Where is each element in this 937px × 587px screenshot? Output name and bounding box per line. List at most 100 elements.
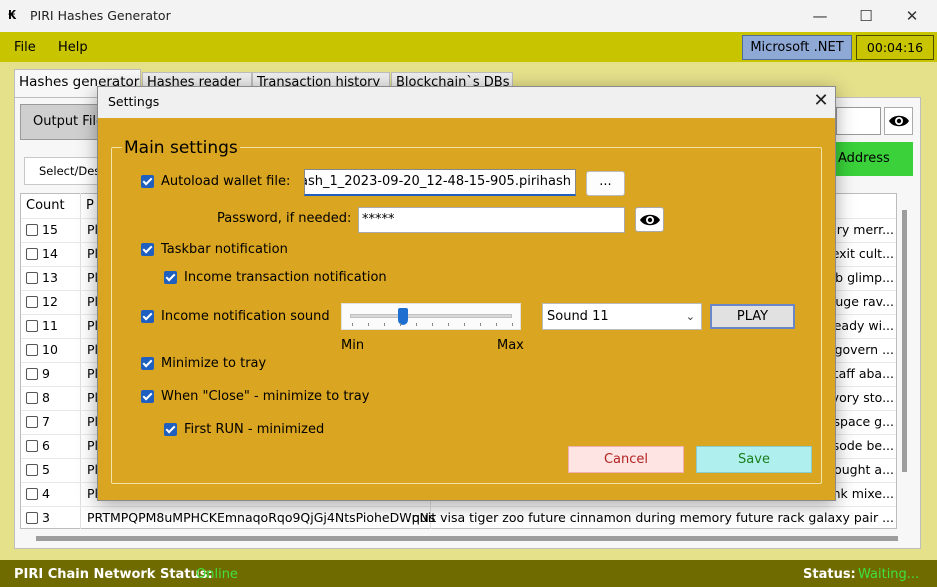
row-seed-words: nk mixe... xyxy=(832,486,894,501)
slider-tick xyxy=(480,323,481,326)
row-private-key: PRTMPQPM8uMPHCKEmnaqoRqo9QjGj4NtsPioheDW… xyxy=(87,510,436,525)
slider-tick xyxy=(352,323,353,326)
row-checkbox[interactable] xyxy=(26,320,38,332)
row-count: 11 xyxy=(42,318,58,333)
first-run-minimized-label: First RUN - minimized xyxy=(184,422,325,437)
row-count: 5 xyxy=(42,462,50,477)
row-checkbox[interactable] xyxy=(26,392,38,404)
row-checkbox[interactable] xyxy=(26,416,38,428)
row-checkbox[interactable] xyxy=(26,296,38,308)
address-input[interactable] xyxy=(836,107,881,135)
cancel-button[interactable]: Cancel xyxy=(568,446,684,473)
row-seed-words: vory sto... xyxy=(831,390,894,405)
menu-file[interactable]: File xyxy=(14,40,36,55)
taskbar-notification-checkbox[interactable] xyxy=(141,243,154,256)
status-bar: PIRI Chain Network Status: Online Status… xyxy=(0,560,937,587)
row-checkbox[interactable] xyxy=(26,224,38,236)
slider-tick xyxy=(512,323,513,326)
row-seed-words: ary merr... xyxy=(829,222,894,237)
show-password-button[interactable] xyxy=(635,207,664,232)
dialog-title: Settings xyxy=(108,94,160,109)
income-transaction-checkbox[interactable] xyxy=(164,271,177,284)
table-row[interactable]: 3 PRTMPQPM8uMPHCKEmnaqoRqo9QjGj4NtsPioheD… xyxy=(21,506,896,530)
column-header-count[interactable]: Count xyxy=(26,198,65,213)
taskbar-notification-label: Taskbar notification xyxy=(161,242,288,257)
autoload-checkbox[interactable] xyxy=(141,175,154,188)
row-seed-words: hought a... xyxy=(826,462,894,477)
row-checkbox[interactable] xyxy=(26,248,38,260)
slider-max-label: Max xyxy=(497,338,524,353)
close-minimize-label: When "Close" - minimize to tray xyxy=(161,389,370,404)
slider-tick xyxy=(368,323,369,326)
eye-icon xyxy=(889,115,909,127)
status-value: Waiting... xyxy=(858,567,920,582)
timer-badge: 00:04:16 xyxy=(856,35,934,60)
row-checkbox[interactable] xyxy=(26,488,38,500)
income-transaction-label: Income transaction notification xyxy=(184,270,387,285)
row-count: 4 xyxy=(42,486,50,501)
save-button[interactable]: Save xyxy=(696,446,812,473)
slider-tick xyxy=(496,323,497,326)
row-count: 3 xyxy=(42,510,50,525)
settings-dialog: Settings ✕ Main settings Autoload wallet… xyxy=(97,86,836,501)
horizontal-scrollbar[interactable] xyxy=(36,536,898,541)
row-seed-words: quit visa tiger zoo future cinnamon duri… xyxy=(411,510,894,525)
volume-slider[interactable] xyxy=(341,303,521,330)
show-address-button[interactable] xyxy=(884,107,913,135)
row-seed-words: isode be... xyxy=(829,438,894,453)
slider-track xyxy=(350,314,512,318)
row-checkbox[interactable] xyxy=(26,440,38,452)
slider-tick xyxy=(384,323,385,326)
app-icon: ₭ xyxy=(8,8,17,22)
output-file-button[interactable]: Output File xyxy=(20,104,100,140)
network-status-value: Online xyxy=(196,567,238,582)
minimize-to-tray-checkbox[interactable] xyxy=(141,357,154,370)
slider-tick xyxy=(416,323,417,326)
row-seed-words: exit cult... xyxy=(831,246,894,261)
window-title: PIRI Hashes Generator xyxy=(30,8,171,23)
slider-tick xyxy=(400,323,401,326)
row-checkbox[interactable] xyxy=(26,344,38,356)
select-deselect-button[interactable]: Select/Deselect xyxy=(24,157,100,185)
slider-tick xyxy=(464,323,465,326)
maximize-button[interactable]: ☐ xyxy=(843,0,889,32)
play-sound-button[interactable]: PLAY xyxy=(710,304,795,329)
row-count: 10 xyxy=(42,342,58,357)
wallet-path-input[interactable]: d\Hash_1_2023-09-20_12-48-15-905.pirihas… xyxy=(304,169,576,196)
minimize-to-tray-label: Minimize to tray xyxy=(161,356,267,371)
first-run-minimized-checkbox[interactable] xyxy=(164,423,177,436)
row-seed-words: ab glimp... xyxy=(827,270,894,285)
notification-sound-checkbox[interactable] xyxy=(141,310,154,323)
password-label: Password, if needed: xyxy=(217,211,352,226)
chevron-down-icon: ⌄ xyxy=(685,310,695,323)
vertical-scrollbar[interactable] xyxy=(902,210,907,472)
close-window-button[interactable]: ✕ xyxy=(889,0,935,32)
title-bar: ₭ PIRI Hashes Generator — ☐ ✕ xyxy=(0,0,937,32)
column-header-private-key[interactable]: P xyxy=(86,198,94,213)
row-checkbox[interactable] xyxy=(26,272,38,284)
eye-icon xyxy=(640,214,660,226)
row-count: 8 xyxy=(42,390,50,405)
status-label: Status: xyxy=(803,567,856,582)
row-checkbox[interactable] xyxy=(26,512,38,524)
slider-tick xyxy=(432,323,433,326)
wallet-path-text: d\Hash_1_2023-09-20_12-48-15-905.pirihas… xyxy=(304,174,571,189)
dialog-close-button[interactable]: ✕ xyxy=(808,89,834,115)
sound-select[interactable]: Sound 11 ⌄ xyxy=(542,303,702,330)
close-minimize-checkbox[interactable] xyxy=(141,390,154,403)
row-checkbox[interactable] xyxy=(26,464,38,476)
sound-select-value: Sound 11 xyxy=(547,309,609,324)
group-title: Main settings xyxy=(122,138,240,158)
minimize-button[interactable]: — xyxy=(797,0,843,32)
browse-button[interactable]: ... xyxy=(586,171,625,196)
menu-help[interactable]: Help xyxy=(58,40,88,55)
row-checkbox[interactable] xyxy=(26,368,38,380)
row-seed-words: auge rav... xyxy=(827,294,894,309)
row-count: 13 xyxy=(42,270,58,285)
row-count: 7 xyxy=(42,414,50,429)
password-input[interactable]: ***** xyxy=(358,207,625,233)
row-count: 12 xyxy=(42,294,58,309)
row-seed-words: ready wi... xyxy=(828,318,894,333)
row-count: 9 xyxy=(42,366,50,381)
notification-sound-label: Income notification sound xyxy=(161,309,330,324)
